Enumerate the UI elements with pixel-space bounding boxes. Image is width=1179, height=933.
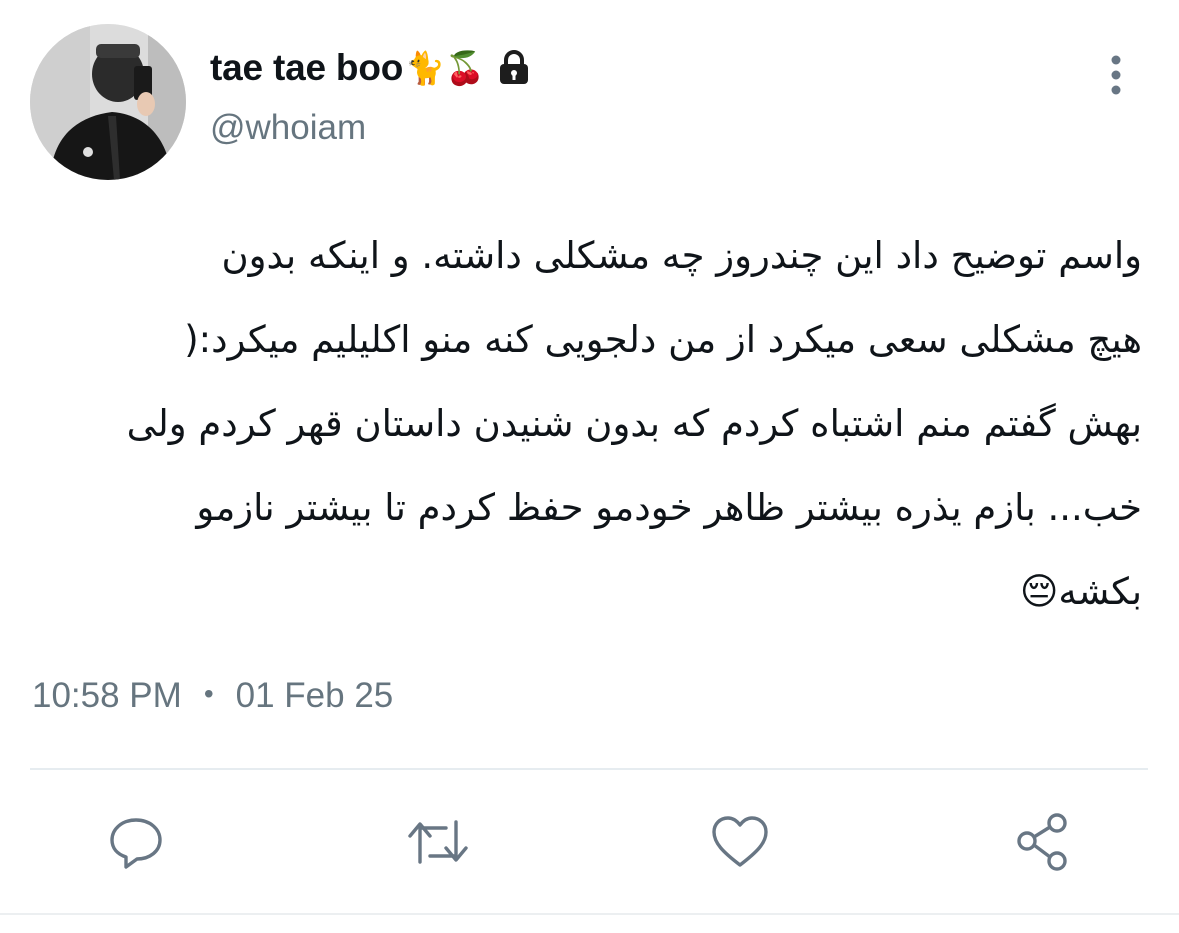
profile-photo-icon [30, 24, 186, 180]
retweet-icon [408, 820, 468, 864]
tweet-text-line: خب... بازم یذره بیشتر ظاهر خودمو حفظ کرد… [196, 486, 1142, 529]
meta-separator: • [203, 678, 214, 709]
share-icon [1017, 813, 1067, 871]
divider [30, 768, 1148, 770]
more-options-icon[interactable] [1098, 52, 1134, 98]
tweet-text-line: بکشه😔 [1019, 570, 1142, 613]
tweet-text: واسم توضیح داد این چندروز چه مشکلی داشته… [30, 214, 1142, 634]
tweet-time: 10:58 PM [32, 676, 182, 715]
display-name[interactable]: tae tae boo [210, 47, 403, 89]
retweet-button[interactable] [406, 810, 470, 874]
tweet-card: tae tae boo 🐈🍒 @whoiam واسم توضیح داد ای… [0, 0, 1179, 933]
tweet-timestamp: 10:58 PM • 01 Feb 25 [32, 676, 393, 716]
display-name-row: tae tae boo 🐈🍒 [210, 44, 531, 92]
tweet-text-line: بهش گفتم منم اشتباه کردم که بدون شنیدن د… [126, 402, 1142, 445]
bottom-divider [0, 913, 1179, 915]
reply-icon [110, 818, 162, 869]
tweet-text-line: هیچ مشکلی سعی میکرد از من دلجویی کنه منو… [184, 318, 1142, 361]
username[interactable]: @whoiam [210, 108, 366, 148]
tweet-date: 01 Feb 25 [235, 676, 394, 715]
avatar[interactable] [30, 24, 186, 180]
reply-button[interactable] [104, 810, 168, 874]
share-button[interactable] [1012, 810, 1076, 874]
lock-icon [497, 50, 531, 86]
heart-icon [712, 816, 768, 867]
tweet-text-line: واسم توضیح داد این چندروز چه مشکلی داشته… [221, 234, 1142, 277]
name-emojis: 🐈🍒 [405, 49, 485, 87]
like-button[interactable] [708, 810, 772, 874]
